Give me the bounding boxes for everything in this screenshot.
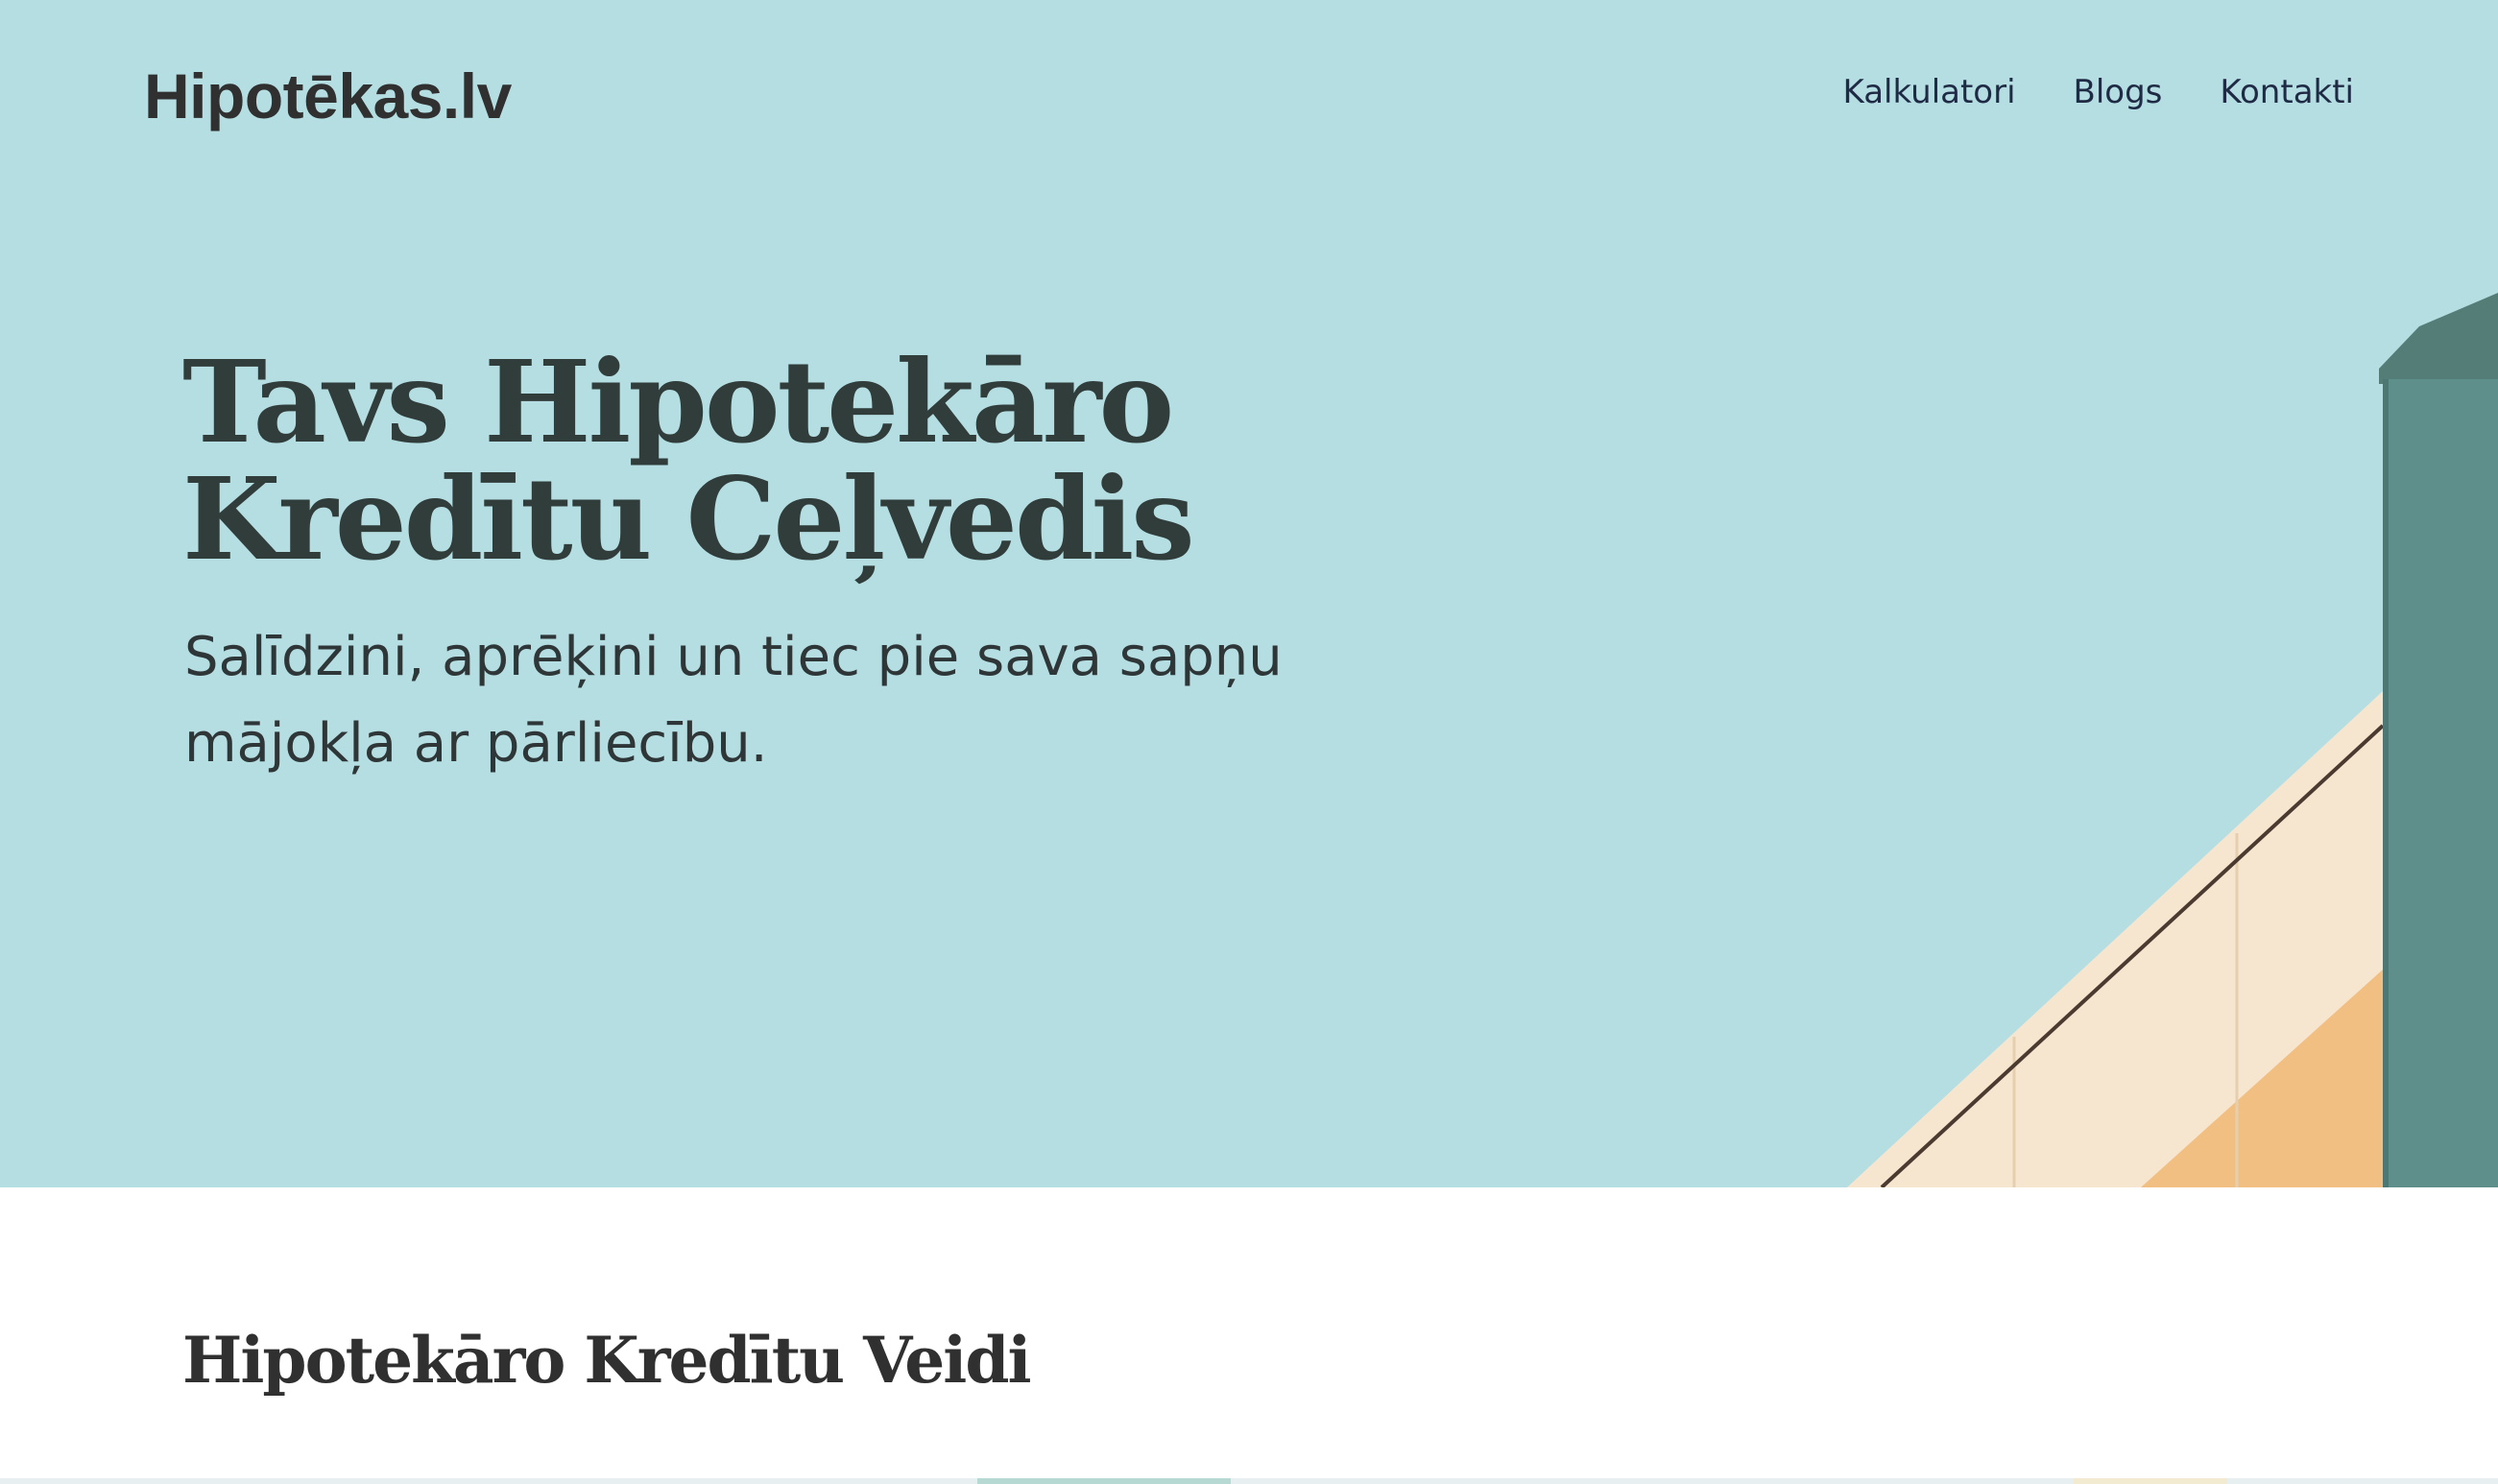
section-title-loan-types: Hipotekāro Kredītu Veidi xyxy=(182,1323,1032,1398)
hero-title-line1: Tavs Hipotekāro xyxy=(182,335,1174,468)
main-nav: Kalkulatori Blogs Kontakti xyxy=(1843,73,2354,111)
hero-subtitle-line1: Salīdzini, aprēķini un tiec pie sava sap… xyxy=(184,626,1283,688)
building-tower-shade xyxy=(2383,379,2389,1187)
hero-title: Tavs Hipotekāro Kredītu Ceļvedis xyxy=(182,344,1382,578)
hero-title-line2: Kredītu Ceļvedis xyxy=(182,452,1195,586)
site-logo[interactable]: Hipotēkas.lv xyxy=(144,60,512,132)
hero-section: Hipotēkas.lv Kalkulatori Blogs Kontakti … xyxy=(0,0,2498,1187)
nav-link-kalkulatori[interactable]: Kalkulatori xyxy=(1843,73,2016,111)
nav-link-blogs[interactable]: Blogs xyxy=(2074,73,2163,111)
hero-subtitle: Salīdzini, aprēķini un tiec pie sava sap… xyxy=(184,614,1432,787)
building-tower xyxy=(2383,379,2498,1187)
hero-subtitle-line2: mājokļa ar pārliecību. xyxy=(184,712,768,775)
card-accent xyxy=(2074,1478,2227,1484)
cards-top-edge xyxy=(0,1478,2498,1484)
card-accent xyxy=(977,1478,1231,1484)
nav-link-kontakti[interactable]: Kontakti xyxy=(2220,73,2354,111)
site-header: Hipotēkas.lv Kalkulatori Blogs Kontakti xyxy=(0,0,2498,192)
building-tower-cap xyxy=(2379,293,2498,384)
